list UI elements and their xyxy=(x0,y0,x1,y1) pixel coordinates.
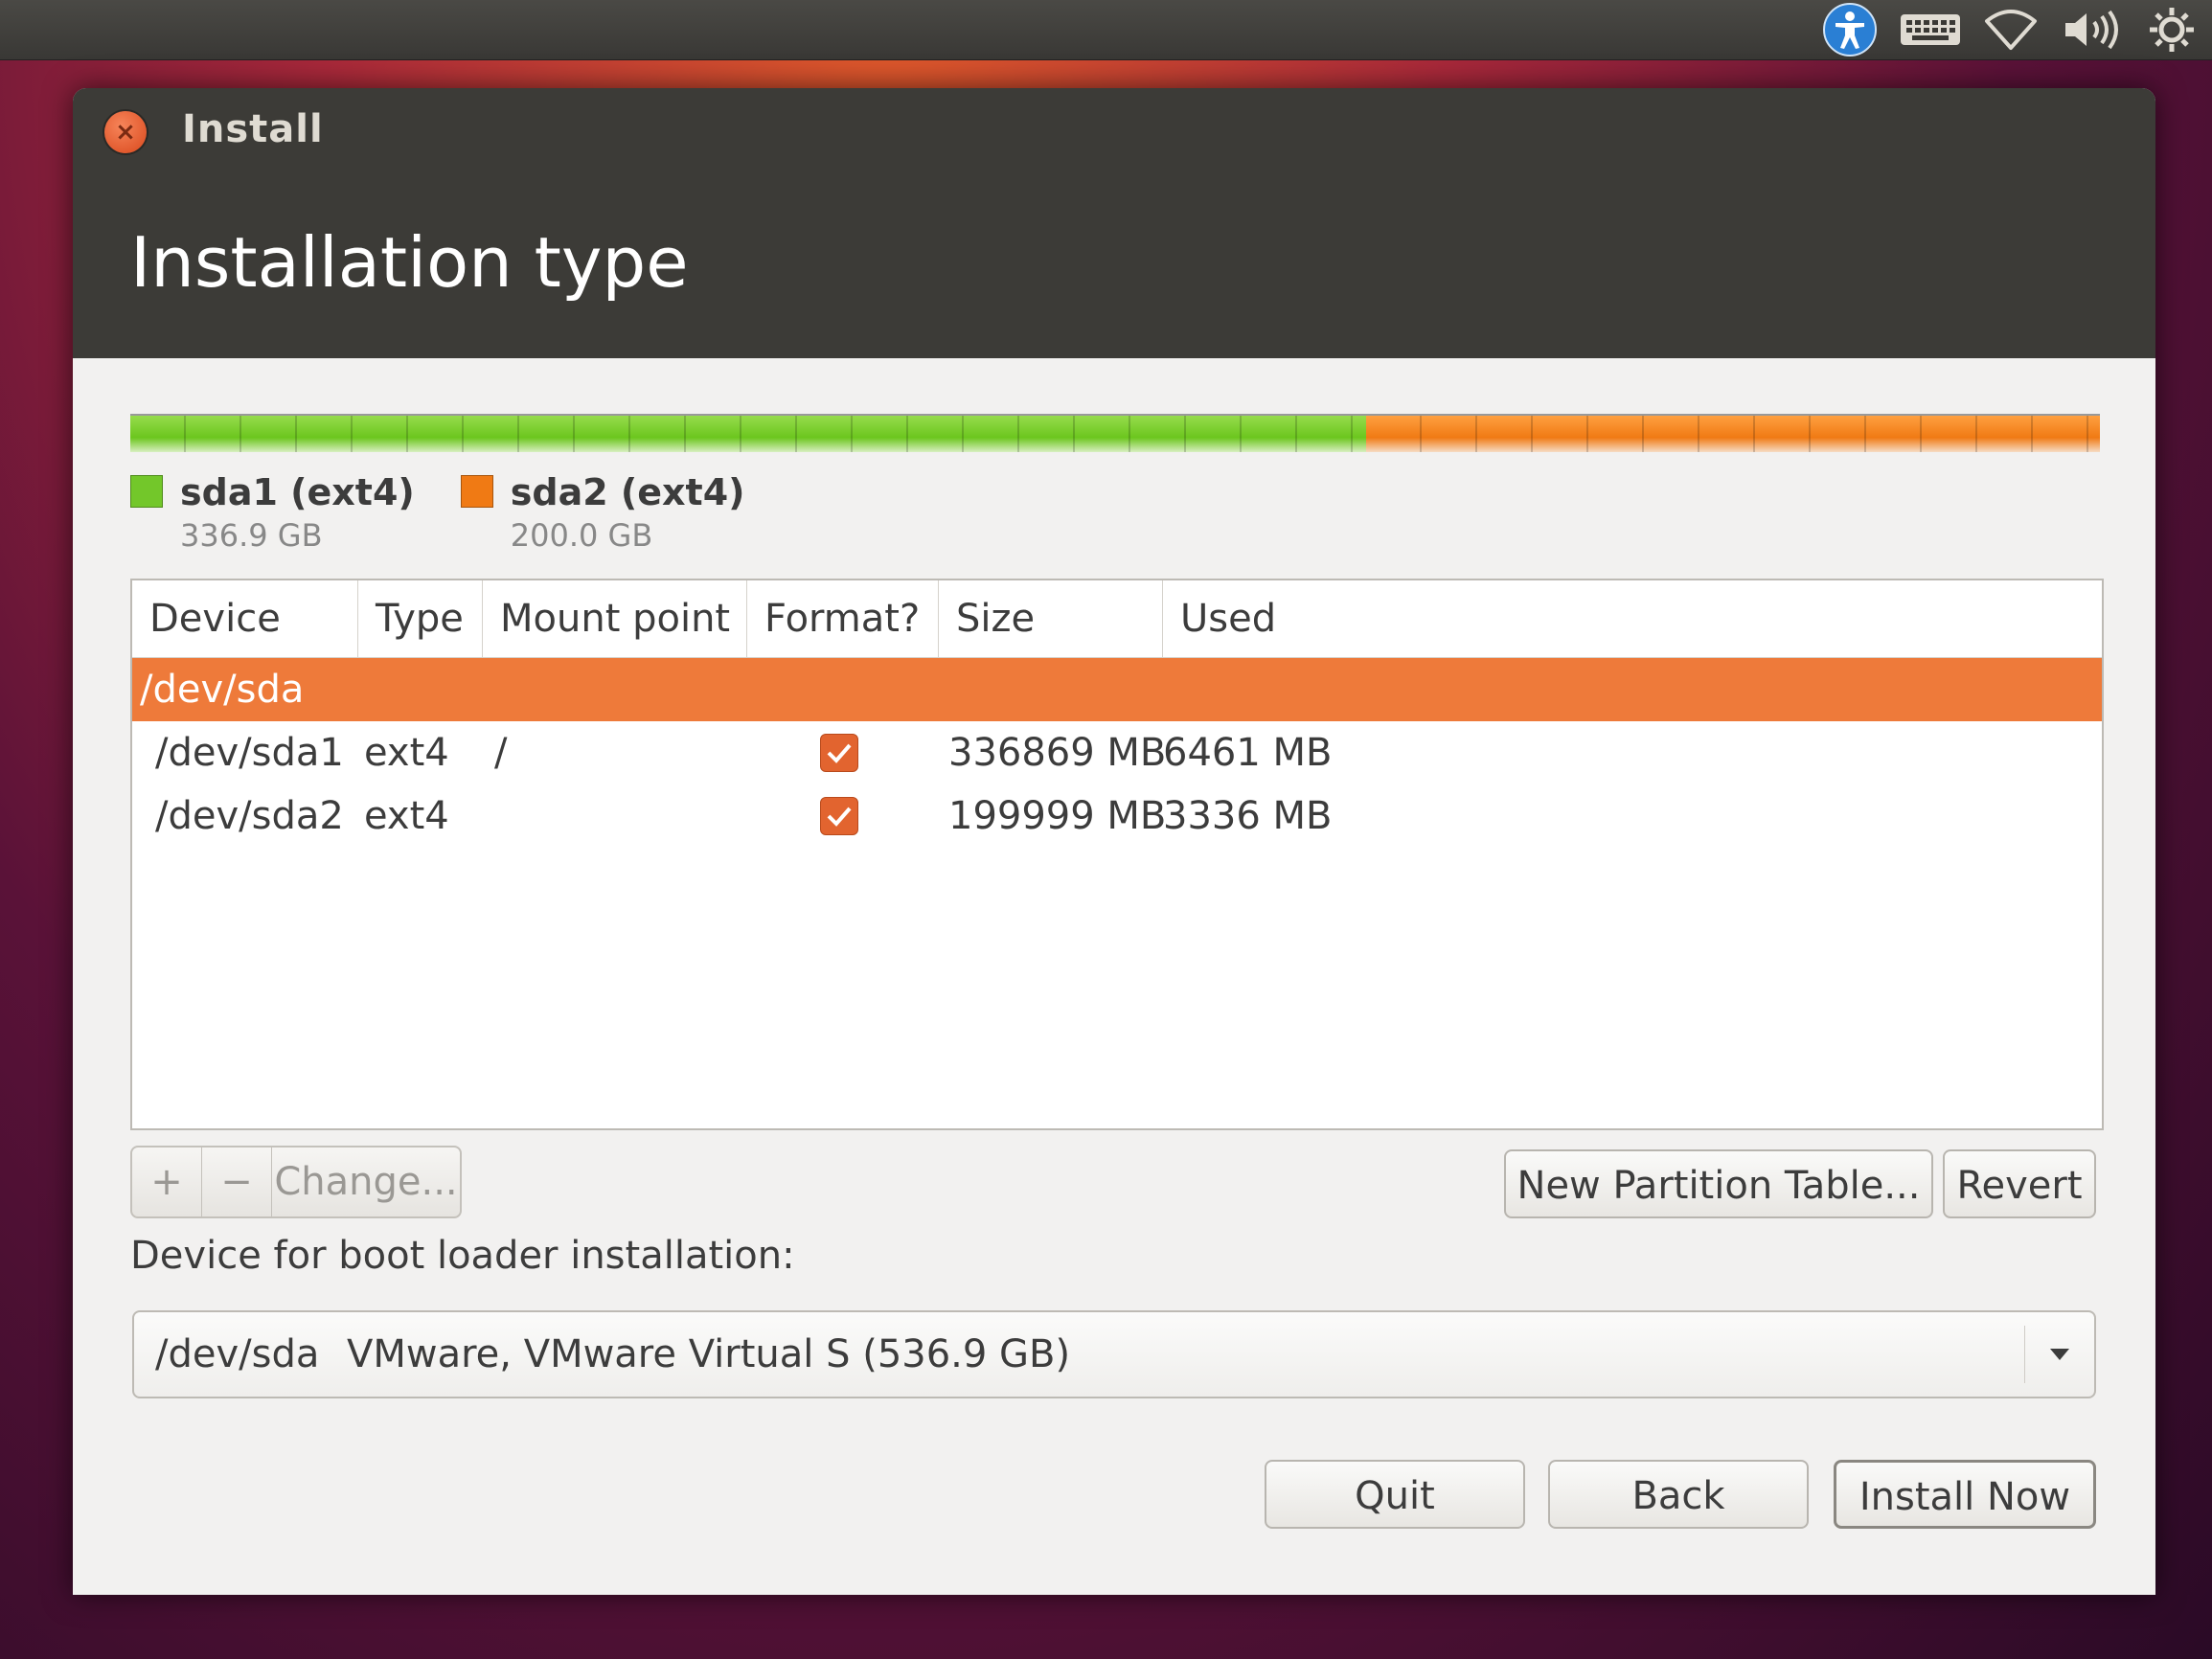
page-title: Installation type xyxy=(130,222,689,303)
title-bar: × Install Installation type xyxy=(73,88,2155,358)
change-partition-button[interactable]: Change... xyxy=(272,1148,460,1216)
cell-used: 6461 MB xyxy=(1163,731,1333,775)
bootloader-label: Device for boot loader installation: xyxy=(130,1234,795,1278)
partition-tools: + − Change... xyxy=(130,1146,462,1218)
close-icon: × xyxy=(115,118,136,147)
format-checkbox[interactable] xyxy=(820,734,858,772)
keyboard-icon[interactable] xyxy=(1890,0,1971,59)
system-tray xyxy=(1810,0,2212,59)
partition-table[interactable]: Device Type Mount point Format? Size Use… xyxy=(130,579,2104,1130)
network-icon[interactable] xyxy=(1971,0,2051,59)
window-title: Install xyxy=(182,107,324,151)
column-header-type[interactable]: Type xyxy=(358,580,483,657)
cell-used: 3336 MB xyxy=(1163,794,1333,838)
column-header-format[interactable]: Format? xyxy=(747,580,939,657)
bootloader-device-description: VMware, VMware Virtual S (536.9 GB) xyxy=(347,1332,1071,1376)
partition-bar-sda1 xyxy=(130,416,1366,452)
partition-bar-sda2 xyxy=(1366,416,2100,452)
top-panel xyxy=(0,0,2212,60)
installer-window: × Install Installation type sda1 (ext4) … xyxy=(73,88,2155,1595)
legend-size: 336.9 GB xyxy=(180,517,323,554)
cell-size: 336869 MB xyxy=(948,731,1167,775)
table-row[interactable]: /dev/sda1 ext4 / 336869 MB 6461 MB xyxy=(132,721,2102,784)
column-header-device[interactable]: Device xyxy=(132,580,358,657)
legend-name: sda2 (ext4) xyxy=(510,471,745,513)
cell-mount-point: / xyxy=(494,731,508,775)
dropdown-arrow-icon xyxy=(2024,1326,2094,1383)
legend-item-sda2: sda2 (ext4) 200.0 GB xyxy=(460,471,745,554)
partition-bar xyxy=(130,414,2100,452)
legend-swatch-sda1 xyxy=(130,475,163,508)
back-button[interactable]: Back xyxy=(1548,1460,1809,1529)
table-row-device-selected[interactable]: /dev/sda xyxy=(132,658,2102,721)
legend-item-sda1: sda1 (ext4) 336.9 GB xyxy=(130,471,415,554)
cell-format xyxy=(747,734,939,772)
cell-device: /dev/sda1 xyxy=(155,731,344,775)
quit-button[interactable]: Quit xyxy=(1265,1460,1525,1529)
close-button[interactable]: × xyxy=(104,111,147,153)
cell-device: /dev/sda2 xyxy=(155,794,344,838)
remove-partition-button[interactable]: − xyxy=(202,1148,272,1216)
legend-name: sda1 (ext4) xyxy=(180,471,415,513)
column-header-used[interactable]: Used xyxy=(1163,580,2102,657)
table-row[interactable]: /dev/sda2 ext4 199999 MB 3336 MB xyxy=(132,784,2102,848)
cell-type: ext4 xyxy=(364,794,449,838)
accessibility-icon[interactable] xyxy=(1810,0,1890,59)
bootloader-device-select[interactable]: /dev/sda VMware, VMware Virtual S (536.9… xyxy=(132,1310,2096,1398)
format-checkbox[interactable] xyxy=(820,797,858,835)
add-partition-button[interactable]: + xyxy=(132,1148,202,1216)
cell-size: 199999 MB xyxy=(948,794,1167,838)
revert-button[interactable]: Revert xyxy=(1943,1149,2096,1218)
install-now-button[interactable]: Install Now xyxy=(1834,1460,2096,1529)
cell-format xyxy=(747,797,939,835)
volume-icon[interactable] xyxy=(2051,0,2132,59)
legend-swatch-sda2 xyxy=(460,475,493,508)
new-partition-table-button[interactable]: New Partition Table... xyxy=(1504,1149,1933,1218)
bootloader-device: /dev/sda xyxy=(155,1332,320,1376)
column-header-size[interactable]: Size xyxy=(939,580,1163,657)
cell-type: ext4 xyxy=(364,731,449,775)
checkmark-icon xyxy=(827,807,852,827)
settings-icon[interactable] xyxy=(2132,0,2212,59)
checkmark-icon xyxy=(827,743,852,763)
column-header-mount-point[interactable]: Mount point xyxy=(483,580,747,657)
table-header: Device Type Mount point Format? Size Use… xyxy=(132,580,2102,658)
legend-size: 200.0 GB xyxy=(510,517,653,554)
partition-legend: sda1 (ext4) 336.9 GB sda2 (ext4) 200.0 G… xyxy=(130,471,745,554)
